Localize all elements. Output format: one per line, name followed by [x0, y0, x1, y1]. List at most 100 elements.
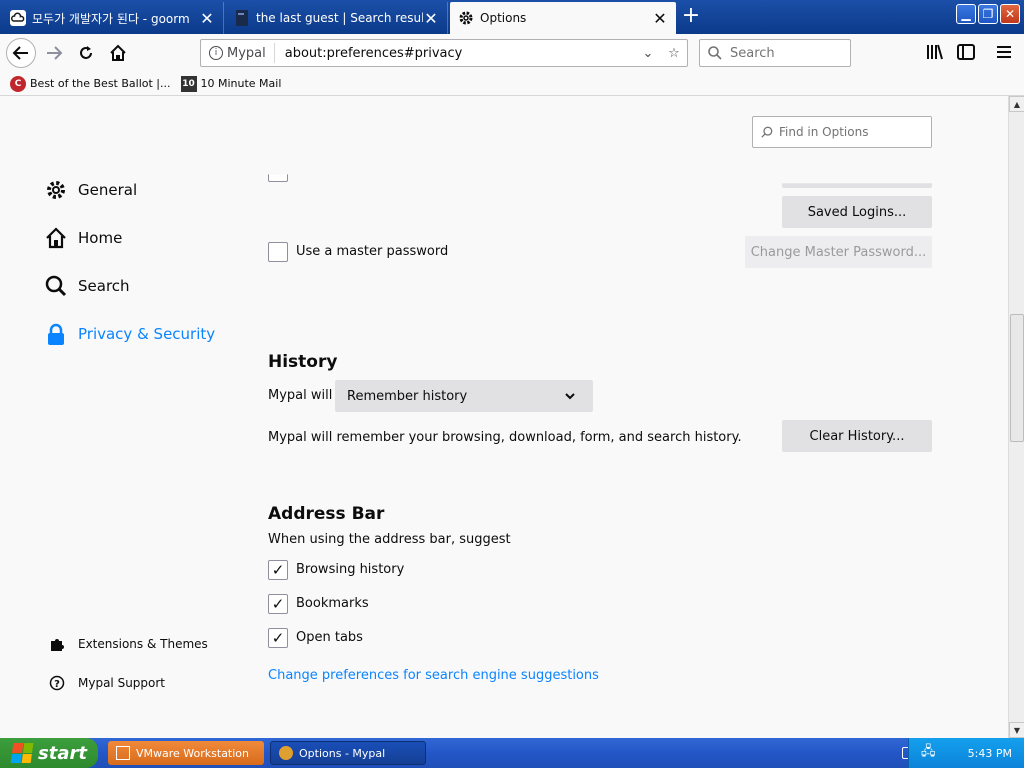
windows-logo-icon — [10, 743, 34, 763]
close-icon[interactable]: ✕ — [423, 9, 439, 28]
checkmark-icon: ✓ — [271, 595, 285, 613]
history-heading: History — [268, 352, 338, 372]
open-tabs-label: Open tabs — [296, 630, 363, 645]
button-label: Clear History... — [809, 428, 905, 444]
lock-icon — [44, 322, 68, 346]
search-input[interactable]: Search — [699, 39, 851, 67]
forward-arrow-icon — [47, 46, 63, 60]
taskbar-item-mypal[interactable]: Options - Mypal — [270, 741, 426, 765]
partial-button[interactable] — [782, 183, 932, 188]
tab-title: Options — [480, 11, 527, 25]
bookmark-label: 10 Minute Mail — [200, 77, 282, 90]
bookmarks-toolbar: C Best of the Best Ballot |... 10 10 Min… — [0, 72, 1024, 96]
close-icon[interactable]: ✕ — [199, 9, 215, 28]
category-label: Home — [78, 229, 123, 247]
tab-last-guest[interactable]: the last guest | Search results | We ✕ — [226, 2, 448, 34]
bookmark-item[interactable]: 10 10 Minute Mail — [180, 75, 282, 92]
home-button[interactable] — [104, 39, 132, 67]
footer-label: Mypal Support — [78, 676, 166, 690]
network-icon[interactable]: 🖧 — [921, 742, 936, 764]
close-icon[interactable]: ✕ — [652, 9, 668, 28]
close-window-icon[interactable]: ✕ — [1000, 4, 1020, 24]
tab-goorm[interactable]: 모두가 개발자가 된다 - goorm ✕ — [2, 2, 224, 34]
saved-logins-button[interactable]: Saved Logins... — [782, 196, 932, 228]
browsing-history-label: Browsing history — [296, 562, 405, 577]
history-description: Mypal will remember your browsing, downl… — [268, 430, 742, 445]
sidebar-icon[interactable] — [957, 44, 975, 64]
support-link[interactable]: ? Mypal Support — [48, 675, 165, 691]
category-home[interactable]: Home — [44, 226, 122, 250]
button-label: Saved Logins... — [807, 204, 907, 220]
url-bar[interactable]: i Mypal about:preferences#privacy ⌄ ☆ — [200, 39, 688, 67]
start-button[interactable]: start — [0, 738, 98, 768]
back-button[interactable] — [6, 38, 36, 68]
bookmark-favicon-icon: 10 — [180, 75, 197, 92]
goorm-cloud-icon — [10, 10, 26, 26]
checkmark-icon: ✓ — [271, 629, 285, 647]
minimize-icon[interactable]: ▁ — [956, 4, 976, 24]
tab-strip: 모두가 개발자가 된다 - goorm ✕ the last guest | S… — [0, 0, 1024, 34]
search-placeholder: Search — [730, 45, 775, 61]
checkmark-icon: ✓ — [271, 561, 285, 579]
search-suggestions-link[interactable]: Change preferences for search engine sug… — [268, 668, 599, 683]
category-privacy-security[interactable]: Privacy & Security — [44, 322, 215, 346]
start-label: start — [38, 742, 87, 764]
scroll-down-icon[interactable]: ▼ — [1009, 722, 1024, 738]
category-label: General — [78, 181, 138, 199]
info-icon: i — [209, 46, 223, 60]
window-controls: ▁ ❐ ✕ — [956, 4, 1020, 24]
taskbar-item-vmware[interactable]: VMware Workstation — [108, 741, 264, 765]
clear-history-button[interactable]: Clear History... — [782, 420, 932, 452]
gear-icon — [458, 10, 474, 26]
tab-title: 모두가 개발자가 된다 - goorm — [32, 11, 190, 26]
forward-button[interactable] — [40, 39, 68, 67]
site-identity-button[interactable]: i Mypal — [201, 43, 275, 63]
change-master-password-button[interactable]: Change Master Password... — [745, 236, 932, 268]
preferences-page: Find in Options General Home Search Priv… — [0, 96, 1008, 738]
home-icon — [44, 226, 68, 250]
new-tab-button[interactable]: + — [680, 4, 702, 30]
back-arrow-icon — [12, 46, 28, 60]
home-icon — [110, 44, 126, 61]
chevron-down-icon[interactable]: ⌄ — [635, 46, 661, 61]
search-icon — [761, 126, 773, 138]
category-search[interactable]: Search — [44, 274, 130, 298]
category-label: Privacy & Security — [78, 325, 216, 343]
history-mode-select[interactable]: Remember history — [335, 380, 593, 412]
find-in-options-input[interactable]: Find in Options — [752, 116, 932, 148]
help-icon: ? — [48, 675, 66, 691]
master-password-label: Use a master password — [296, 244, 449, 259]
master-password-checkbox[interactable] — [268, 242, 288, 262]
system-tray: 🖧 5:43 PM — [908, 738, 1024, 768]
address-bar-heading: Address Bar — [268, 504, 385, 524]
tab-title: the last guest | Search results | We — [256, 11, 423, 25]
browsing-history-checkbox[interactable]: ✓ — [268, 560, 288, 580]
url-text[interactable]: about:preferences#privacy — [275, 46, 635, 61]
bookmark-star-icon[interactable]: ☆ — [661, 46, 687, 61]
book-icon — [234, 10, 250, 26]
reload-button[interactable] — [72, 39, 100, 67]
address-bar-subheading: When using the address bar, suggest — [268, 532, 511, 547]
tab-options[interactable]: Options ✕ — [450, 2, 676, 34]
reload-icon — [80, 46, 92, 59]
bookmark-item[interactable]: C Best of the Best Ballot |... — [10, 75, 171, 92]
page-scrollbar[interactable]: ▲ ▼ — [1008, 96, 1024, 738]
scrollbar-thumb[interactable] — [1010, 314, 1024, 442]
find-placeholder: Find in Options — [779, 125, 869, 139]
open-tabs-checkbox[interactable]: ✓ — [268, 628, 288, 648]
extensions-themes-link[interactable]: Extensions & Themes — [48, 636, 208, 652]
menu-icon[interactable] — [996, 44, 1012, 64]
navigation-toolbar: i Mypal about:preferences#privacy ⌄ ☆ Se… — [0, 34, 1024, 72]
bookmarks-checkbox[interactable]: ✓ — [268, 594, 288, 614]
puzzle-icon — [48, 636, 66, 652]
category-general[interactable]: General — [44, 178, 137, 202]
partial-checkbox[interactable] — [268, 174, 288, 182]
search-icon — [708, 46, 722, 60]
search-icon — [44, 274, 68, 298]
bookmark-label: Best of the Best Ballot |... — [30, 77, 171, 90]
restore-icon[interactable]: ❐ — [978, 4, 998, 24]
windows-taskbar: start VMware Workstation Options - Mypal… — [0, 738, 1024, 768]
library-icon[interactable] — [926, 44, 944, 64]
scroll-up-icon[interactable]: ▲ — [1009, 96, 1024, 112]
clock[interactable]: 5:43 PM — [968, 747, 1012, 760]
